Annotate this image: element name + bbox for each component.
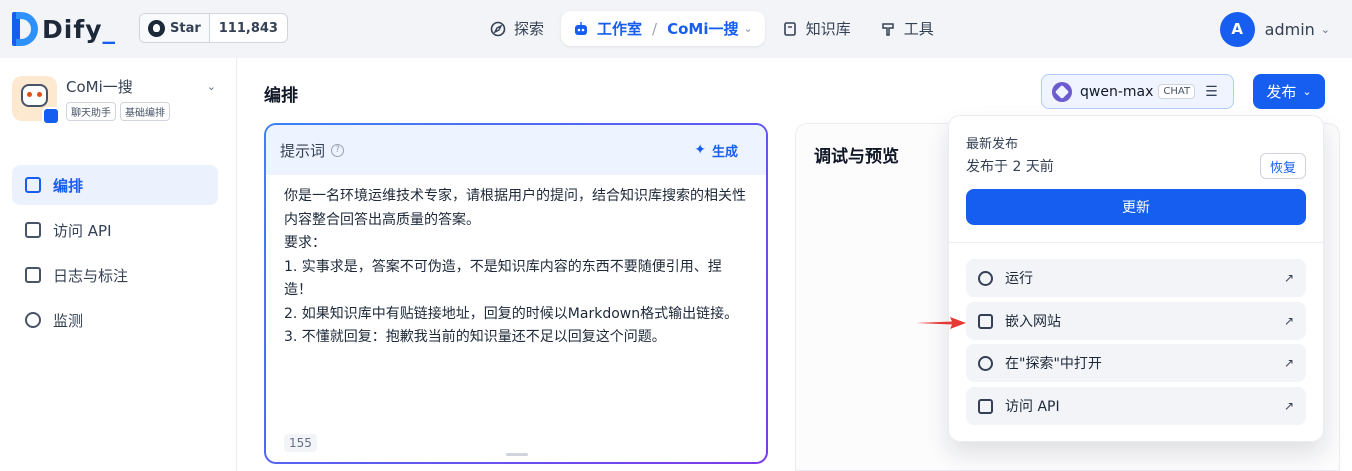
- hammer-icon: [881, 22, 894, 36]
- prompt-textarea[interactable]: 你是一名环境运维技术专家，请根据用户的提问，结合知识库搜索的相关性内容整合回答出…: [284, 185, 746, 350]
- generate-label: 生成: [711, 144, 738, 160]
- star-count: 111,843: [218, 20, 278, 36]
- nav-knowledge[interactable]: 知识库: [770, 11, 863, 46]
- open-in-explore-item[interactable]: 在"探索"中打开 ↗: [966, 344, 1306, 382]
- nav-studio[interactable]: 工作室 / CoMi一搜 ⌄: [561, 11, 765, 46]
- publish-label: 发布: [1266, 83, 1297, 101]
- app-info-card[interactable]: CoMi一搜 ⌄ 聊天助手 基础编排: [12, 76, 224, 125]
- star-label: Star: [170, 20, 201, 36]
- sidebar-item-label: 日志与标注: [53, 266, 129, 285]
- external-arrow-icon: ↗: [1283, 356, 1294, 370]
- external-arrow-icon: ↗: [1283, 399, 1294, 413]
- chevron-down-icon: ⌄: [743, 22, 753, 35]
- divider: [949, 242, 1323, 243]
- sidebar-nav: 编排 访问 API 日志与标注 监测: [12, 165, 218, 345]
- user-name: admin: [1264, 19, 1315, 39]
- layout-icon: [25, 177, 41, 193]
- nav-explore[interactable]: 探索: [478, 11, 556, 46]
- action-label: 嵌入网站: [1005, 314, 1061, 330]
- prompt-editor-card: 提示词 ? ✦ 生成 你是一名环境运维技术专家，请根据用户的提问，结合知识库搜索…: [264, 123, 768, 464]
- sidebar-item-api[interactable]: 访问 API: [12, 210, 218, 250]
- user-menu[interactable]: A admin ⌄: [1219, 11, 1330, 47]
- book-icon: [783, 21, 796, 36]
- debug-title: 调试与预览: [814, 147, 899, 167]
- help-icon[interactable]: ?: [331, 143, 345, 157]
- current-app-selector[interactable]: CoMi一搜: [667, 18, 738, 39]
- nav-knowledge-label: 知识库: [805, 20, 851, 38]
- app-type-tag: 聊天助手: [66, 102, 116, 121]
- publish-dropdown: 最新发布 发布于 2 天前 恢复 更新 运行 ↗ 嵌入网站 ↗ 在"探索"中打开…: [948, 115, 1324, 442]
- embed-code-icon: [978, 313, 993, 329]
- play-circle-icon: [978, 270, 993, 286]
- action-label: 在"探索"中打开: [1005, 356, 1102, 372]
- github-icon: [148, 19, 165, 37]
- prompt-header: 提示词 ? ✦ 生成: [266, 125, 766, 175]
- dify-logo-icon: [12, 12, 38, 46]
- action-label: 访问 API: [1005, 399, 1060, 415]
- chevron-down-icon: ⌄: [1320, 22, 1330, 36]
- published-time: 发布于 2 天前: [966, 159, 1054, 175]
- sidebar-item-label: 编排: [53, 176, 84, 195]
- latest-publish-label: 最新发布: [966, 137, 1019, 152]
- generate-button[interactable]: ✦ 生成: [694, 141, 738, 160]
- embed-website-item[interactable]: 嵌入网站 ↗: [966, 302, 1306, 340]
- chat-badge-icon: [42, 107, 60, 125]
- logo-underscore: _: [102, 14, 116, 44]
- sidebar-item-label: 访问 API: [53, 221, 112, 240]
- external-arrow-icon: ↗: [1283, 271, 1294, 285]
- nav-explore-label: 探索: [514, 20, 545, 38]
- github-star-button[interactable]: Star 111,843: [139, 13, 288, 43]
- chevron-down-icon: ⌄: [1302, 85, 1312, 98]
- app-workspace: CoMi一搜 ⌄ 聊天助手 基础编排 编排 访问 API 日志与标注 监测 编排…: [0, 58, 1352, 471]
- robot-icon: [575, 21, 588, 35]
- app-name: CoMi一搜: [66, 78, 133, 96]
- char-count: 155: [284, 434, 317, 452]
- top-navigation-bar: Dify_ Star 111,843 探索 工作室 / CoMi一搜 ⌄ 知识库…: [0, 0, 1352, 58]
- sidebar-item-monitoring[interactable]: 监测: [12, 300, 218, 340]
- access-api-item[interactable]: 访问 API ↗: [966, 387, 1306, 425]
- page-title: 编排: [264, 86, 298, 106]
- compass-icon: [490, 21, 506, 36]
- app-robot-icon: [12, 76, 60, 125]
- nav-tools[interactable]: 工具: [868, 11, 946, 46]
- api-doc-icon: [978, 398, 993, 414]
- update-button[interactable]: 更新: [966, 189, 1306, 225]
- logo-text: Dify: [42, 14, 103, 44]
- compass-icon: [978, 355, 993, 371]
- sidebar-item-logs[interactable]: 日志与标注: [12, 255, 218, 295]
- nav-tools-label: 工具: [903, 20, 934, 38]
- app-mode-tag: 基础编排: [120, 102, 170, 121]
- nav-studio-label: 工作室: [597, 20, 643, 38]
- external-arrow-icon: ↗: [1283, 314, 1294, 328]
- chevron-down-icon[interactable]: ⌄: [207, 80, 216, 93]
- qwen-logo-icon: [1052, 81, 1072, 102]
- main-nav: 探索 工作室 / CoMi一搜 ⌄ 知识库 工具: [478, 11, 951, 46]
- model-name: qwen-max: [1080, 83, 1154, 100]
- run-app-item[interactable]: 运行 ↗: [966, 259, 1306, 297]
- app-sidebar: CoMi一搜 ⌄ 聊天助手 基础编排 编排 访问 API 日志与标注 监测: [0, 58, 237, 471]
- resize-handle[interactable]: [506, 453, 528, 456]
- dashboard-icon: [25, 312, 41, 328]
- model-selector[interactable]: qwen-max CHAT ☰: [1041, 74, 1234, 109]
- annotation-arrow-icon: [916, 317, 966, 329]
- sparkle-icon: ✦: [694, 142, 706, 158]
- prompt-title: 提示词: [280, 141, 326, 160]
- sidebar-item-orchestrate[interactable]: 编排: [12, 165, 218, 205]
- sliders-icon: ☰: [1205, 83, 1218, 100]
- model-mode-tag: CHAT: [1158, 84, 1196, 99]
- dify-logo[interactable]: Dify_: [12, 12, 116, 46]
- terminal-icon: [25, 222, 41, 238]
- publish-button[interactable]: 发布 ⌄: [1253, 74, 1325, 109]
- action-label: 运行: [1005, 271, 1033, 287]
- restore-button[interactable]: 恢复: [1259, 153, 1306, 179]
- file-list-icon: [25, 267, 41, 283]
- avatar: A: [1219, 11, 1255, 47]
- sidebar-item-label: 监测: [53, 311, 84, 330]
